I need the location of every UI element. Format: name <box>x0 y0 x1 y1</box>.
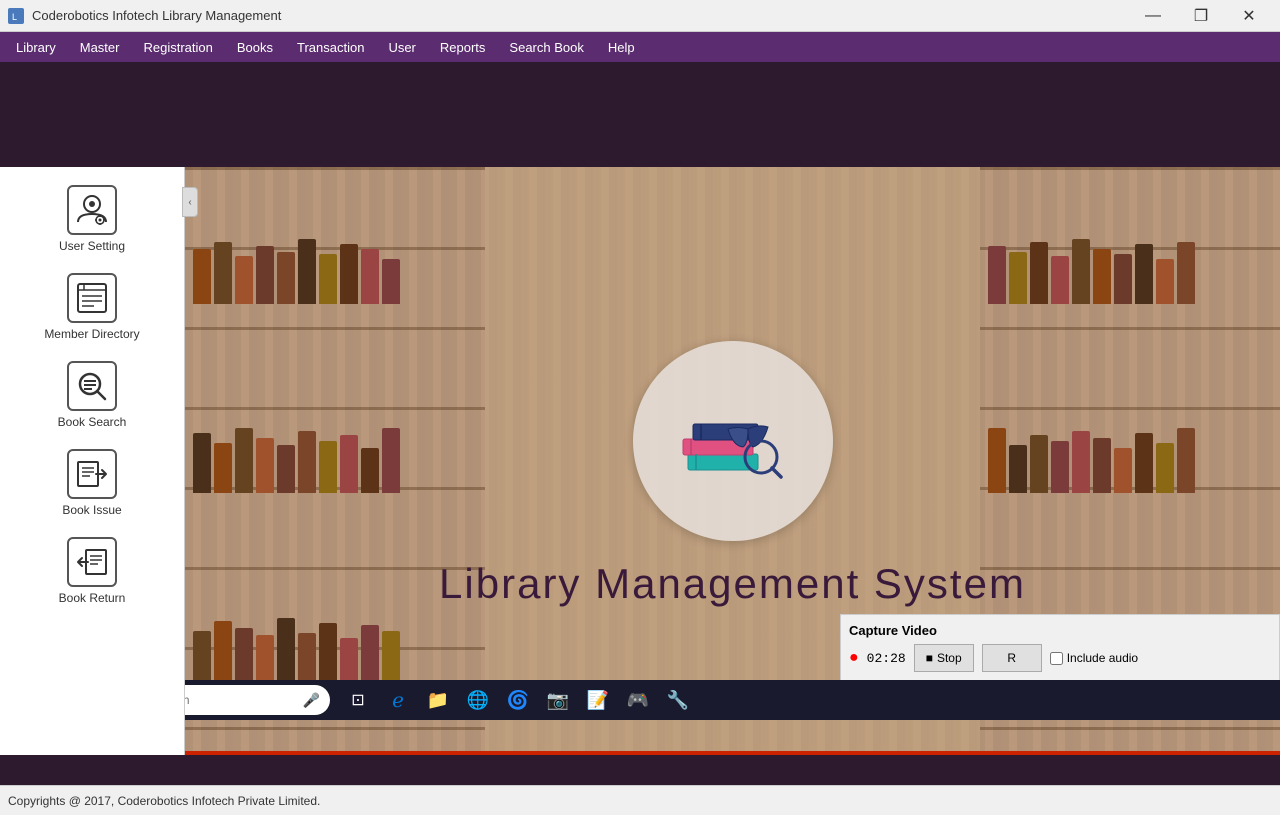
minimize-button[interactable]: — <box>1130 0 1176 32</box>
capture-time-display: 02:28 <box>867 651 906 666</box>
stop-label: Stop <box>937 651 962 665</box>
book-search-label: Book Search <box>58 415 127 429</box>
app3-button[interactable]: 🔧 <box>660 682 696 718</box>
ie-button[interactable]: 🌐 <box>460 682 496 718</box>
chevron-left-icon: ‹ <box>188 197 191 208</box>
title-bar-controls: — ❐ ✕ <box>1130 0 1272 32</box>
chrome-icon: 🌀 <box>507 690 529 711</box>
left-shelf <box>185 167 485 755</box>
chrome-button[interactable]: 🌀 <box>500 682 536 718</box>
book-group <box>988 428 1272 493</box>
capture-video-panel: Capture Video ● 02:28 ■ Stop R Include a… <box>840 614 1280 680</box>
title-bar-left: L Coderobotics Infotech Library Manageme… <box>8 8 281 24</box>
top-dark-area <box>0 62 1280 167</box>
folder-icon: 📁 <box>427 690 449 711</box>
library-logo <box>673 389 793 494</box>
edge-button[interactable]: ℯ <box>380 682 416 718</box>
user-setting-label: User Setting <box>59 239 125 253</box>
sidebar: ‹ User Setting <box>0 167 185 755</box>
bottom-dark-area <box>0 755 1280 785</box>
menu-item-library[interactable]: Library <box>4 36 68 59</box>
book-search-icon <box>67 361 117 411</box>
file-explorer-button[interactable]: 📁 <box>420 682 456 718</box>
footer: Copyrights @ 2017, Coderobotics Infotech… <box>0 785 1280 815</box>
record-indicator: ● <box>849 649 859 667</box>
book-group <box>193 428 477 493</box>
user-setting-icon <box>67 185 117 235</box>
book-return-label: Book Return <box>59 591 126 605</box>
book-return-icon <box>67 537 117 587</box>
red-border-bottom <box>185 751 1280 755</box>
app3-icon: 🔧 <box>667 690 689 711</box>
window-title: Coderobotics Infotech Library Management <box>32 8 281 23</box>
stop-button[interactable]: ■ Stop <box>914 644 974 672</box>
menu-item-transaction[interactable]: Transaction <box>285 36 376 59</box>
title-bar: L Coderobotics Infotech Library Manageme… <box>0 0 1280 32</box>
task-view-icon: ⊡ <box>351 690 364 710</box>
include-audio-checkbox[interactable] <box>1050 652 1063 665</box>
taskbar: ⊞ 🔍 🎤 ⊡ ℯ 📁 🌐 🌀 📷 📝 🎮 🔧 <box>0 680 1280 720</box>
capture-panel-title: Capture Video <box>849 623 1271 638</box>
record-button[interactable]: R <box>982 644 1042 672</box>
member-directory-icon <box>67 273 117 323</box>
ie-icon: 🌐 <box>467 690 489 711</box>
word-icon: 📝 <box>587 690 609 711</box>
sidebar-item-user-setting[interactable]: User Setting <box>32 177 152 261</box>
include-audio-label: Include audio <box>1067 651 1138 665</box>
member-directory-label: Member Directory <box>44 327 139 341</box>
sidebar-item-book-issue[interactable]: Book Issue <box>32 441 152 525</box>
sidebar-item-member-directory[interactable]: Member Directory <box>32 265 152 349</box>
logo-circle <box>633 341 833 541</box>
book-issue-label: Book Issue <box>62 503 121 517</box>
capture-controls: ● 02:28 ■ Stop R Include audio <box>849 644 1271 672</box>
close-button[interactable]: ✕ <box>1226 0 1272 32</box>
copyright-text: Copyrights @ 2017, Coderobotics Infotech… <box>8 794 320 808</box>
svg-text:L: L <box>12 12 17 22</box>
menu-item-help[interactable]: Help <box>596 36 647 59</box>
taskbar-icons: ⊡ ℯ 📁 🌐 🌀 📷 📝 🎮 🔧 <box>340 682 696 718</box>
app-icon: L <box>8 8 24 24</box>
sidebar-item-book-search[interactable]: Book Search <box>32 353 152 437</box>
task-view-button[interactable]: ⊡ <box>340 682 376 718</box>
record-btn-icon: R <box>1007 651 1016 665</box>
book-group <box>988 239 1272 304</box>
edge-icon: ℯ <box>392 688 404 713</box>
book-issue-icon <box>67 449 117 499</box>
menu-item-search-book[interactable]: Search Book <box>497 36 595 59</box>
menu-item-master[interactable]: Master <box>68 36 132 59</box>
menu-item-reports[interactable]: Reports <box>428 36 498 59</box>
app1-icon: 📷 <box>547 690 569 711</box>
app2-icon: 🎮 <box>627 690 649 711</box>
menu-item-user[interactable]: User <box>376 36 427 59</box>
menu-bar: LibraryMasterRegistrationBooksTransactio… <box>0 32 1280 62</box>
menu-item-registration[interactable]: Registration <box>131 36 224 59</box>
book-group <box>193 618 477 683</box>
stop-icon: ■ <box>926 651 933 665</box>
microphone-icon: 🎤 <box>303 692 320 709</box>
app2-button[interactable]: 🎮 <box>620 682 656 718</box>
maximize-button[interactable]: ❐ <box>1178 0 1224 32</box>
book-group <box>193 239 477 304</box>
sidebar-collapse-button[interactable]: ‹ <box>182 187 198 217</box>
system-title: Library Management System <box>439 560 1026 608</box>
sidebar-item-book-return[interactable]: Book Return <box>32 529 152 613</box>
include-audio-option: Include audio <box>1050 651 1138 665</box>
app1-button[interactable]: 📷 <box>540 682 576 718</box>
word-button[interactable]: 📝 <box>580 682 616 718</box>
menu-item-books[interactable]: Books <box>225 36 285 59</box>
